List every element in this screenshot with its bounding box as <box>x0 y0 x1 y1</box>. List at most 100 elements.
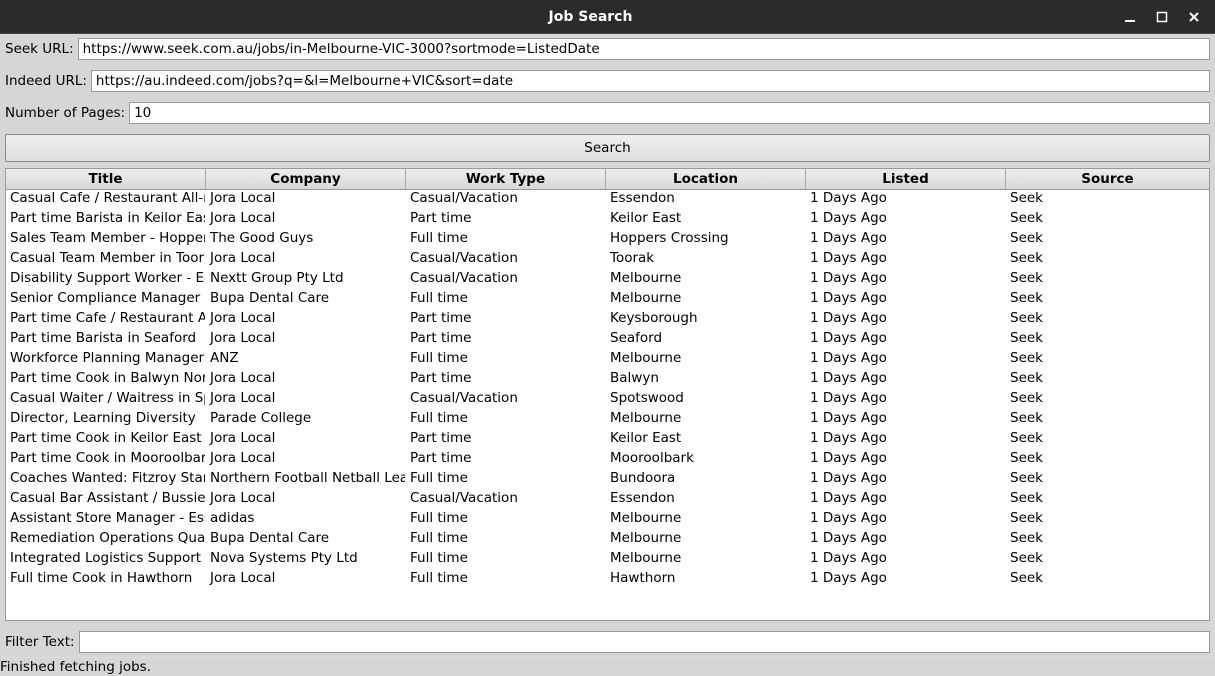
table-row[interactable]: Part time Cook in Balwyn NorJora LocalPa… <box>6 370 1209 390</box>
col-header-company[interactable]: Company <box>206 169 406 189</box>
filter-row: Filter Text: <box>5 631 1210 653</box>
cell-location: Melbourne <box>606 550 806 570</box>
cell-listed: 1 Days Ago <box>806 230 1006 250</box>
cell-title: Director, Learning Diversity <box>6 410 206 430</box>
table-row[interactable]: Director, Learning DiversityParade Colle… <box>6 410 1209 430</box>
cell-source: Seek <box>1006 270 1209 290</box>
cell-title: Sales Team Member - Hoppers <box>6 230 206 250</box>
col-header-title[interactable]: Title <box>6 169 206 189</box>
table-row[interactable]: Assistant Store Manager - EssadidasFull … <box>6 510 1209 530</box>
col-header-source[interactable]: Source <box>1006 169 1209 189</box>
cell-title: Full time Cook in Hawthorn <box>6 570 206 590</box>
cell-title: Disability Support Worker - Ea <box>6 270 206 290</box>
table-row[interactable]: Part time Barista in SeafordJora LocalPa… <box>6 330 1209 350</box>
cell-worktype: Casual/Vacation <box>406 490 606 510</box>
cell-listed: 1 Days Ago <box>806 270 1006 290</box>
table-row[interactable]: Part time Cook in Keilor EastJora LocalP… <box>6 430 1209 450</box>
cell-title: Senior Compliance Manager <box>6 290 206 310</box>
cell-location: Melbourne <box>606 530 806 550</box>
table-row[interactable]: Remediation Operations QualBupa Dental C… <box>6 530 1209 550</box>
cell-source: Seek <box>1006 250 1209 270</box>
cell-worktype: Part time <box>406 430 606 450</box>
pages-input[interactable] <box>129 102 1210 124</box>
cell-title: Integrated Logistics Support C <box>6 550 206 570</box>
cell-location: Keysborough <box>606 310 806 330</box>
minimize-icon[interactable] <box>1121 8 1139 26</box>
table-row[interactable]: Casual Waiter / Waitress in SpJora Local… <box>6 390 1209 410</box>
cell-title: Part time Cook in Keilor East <box>6 430 206 450</box>
pages-row: Number of Pages: <box>5 102 1210 124</box>
cell-source: Seek <box>1006 550 1209 570</box>
table-row[interactable]: Part time Barista in Keilor EasJora Loca… <box>6 210 1209 230</box>
cell-source: Seek <box>1006 530 1209 550</box>
cell-location: Melbourne <box>606 410 806 430</box>
cell-title: Remediation Operations Qual <box>6 530 206 550</box>
cell-listed: 1 Days Ago <box>806 310 1006 330</box>
cell-location: Seaford <box>606 330 806 350</box>
cell-company: Jora Local <box>206 210 406 230</box>
table-row[interactable]: Senior Compliance ManagerBupa Dental Car… <box>6 290 1209 310</box>
cell-listed: 1 Days Ago <box>806 530 1006 550</box>
cell-title: Casual Waiter / Waitress in Sp <box>6 390 206 410</box>
table-row[interactable]: Casual Bar Assistant / BussieJora LocalC… <box>6 490 1209 510</box>
table-row[interactable]: Casual Team Member in ToorJora LocalCasu… <box>6 250 1209 270</box>
col-header-location[interactable]: Location <box>606 169 806 189</box>
cell-title: Part time Cook in Mooroolbar <box>6 450 206 470</box>
cell-company: Jora Local <box>206 450 406 470</box>
cell-source: Seek <box>1006 330 1209 350</box>
cell-location: Hoppers Crossing <box>606 230 806 250</box>
cell-worktype: Full time <box>406 350 606 370</box>
table-row[interactable]: Casual Cafe / Restaurant All-rJora Local… <box>6 190 1209 210</box>
cell-location: Melbourne <box>606 270 806 290</box>
cell-title: Coaches Wanted: Fitzroy Star <box>6 470 206 490</box>
cell-location: Keilor East <box>606 430 806 450</box>
filter-input[interactable] <box>79 631 1210 653</box>
search-button[interactable]: Search <box>5 134 1210 162</box>
col-header-worktype[interactable]: Work Type <box>406 169 606 189</box>
cell-source: Seek <box>1006 290 1209 310</box>
cell-title: Part time Barista in Keilor Eas <box>6 210 206 230</box>
cell-listed: 1 Days Ago <box>806 430 1006 450</box>
table-row[interactable]: Workforce Planning ManagerANZFull timeMe… <box>6 350 1209 370</box>
cell-listed: 1 Days Ago <box>806 490 1006 510</box>
table-row[interactable]: Full time Cook in HawthornJora LocalFull… <box>6 570 1209 590</box>
col-header-listed[interactable]: Listed <box>806 169 1006 189</box>
close-icon[interactable] <box>1185 8 1203 26</box>
cell-worktype: Casual/Vacation <box>406 190 606 210</box>
table-row[interactable]: Coaches Wanted: Fitzroy StarNorthern Foo… <box>6 470 1209 490</box>
cell-location: Keilor East <box>606 210 806 230</box>
cell-source: Seek <box>1006 230 1209 250</box>
cell-worktype: Full time <box>406 570 606 590</box>
table-row[interactable]: Integrated Logistics Support CNova Syste… <box>6 550 1209 570</box>
cell-company: Parade College <box>206 410 406 430</box>
table-row[interactable]: Part time Cook in MooroolbarJora LocalPa… <box>6 450 1209 470</box>
table-row[interactable]: Sales Team Member - HoppersThe Good Guys… <box>6 230 1209 250</box>
cell-worktype: Part time <box>406 450 606 470</box>
cell-company: Nextt Group Pty Ltd <box>206 270 406 290</box>
results-table: Title Company Work Type Location Listed … <box>5 168 1210 621</box>
cell-company: Jora Local <box>206 190 406 210</box>
cell-worktype: Full time <box>406 530 606 550</box>
seek-url-input[interactable] <box>78 38 1210 60</box>
table-row[interactable]: Part time Cafe / Restaurant AlJora Local… <box>6 310 1209 330</box>
cell-title: Casual Bar Assistant / Bussie <box>6 490 206 510</box>
cell-title: Part time Barista in Seaford <box>6 330 206 350</box>
cell-location: Bundoora <box>606 470 806 490</box>
cell-company: Jora Local <box>206 330 406 350</box>
cell-company: Jora Local <box>206 570 406 590</box>
cell-listed: 1 Days Ago <box>806 210 1006 230</box>
cell-title: Part time Cafe / Restaurant Al <box>6 310 206 330</box>
cell-source: Seek <box>1006 390 1209 410</box>
maximize-icon[interactable] <box>1153 8 1171 26</box>
indeed-url-input[interactable] <box>91 70 1210 92</box>
cell-company: ANZ <box>206 350 406 370</box>
table-row[interactable]: Disability Support Worker - EaNextt Grou… <box>6 270 1209 290</box>
cell-worktype: Full time <box>406 290 606 310</box>
indeed-url-row: Indeed URL: <box>5 70 1210 92</box>
cell-location: Hawthorn <box>606 570 806 590</box>
cell-company: The Good Guys <box>206 230 406 250</box>
cell-source: Seek <box>1006 190 1209 210</box>
cell-company: Jora Local <box>206 370 406 390</box>
cell-worktype: Casual/Vacation <box>406 250 606 270</box>
cell-listed: 1 Days Ago <box>806 450 1006 470</box>
